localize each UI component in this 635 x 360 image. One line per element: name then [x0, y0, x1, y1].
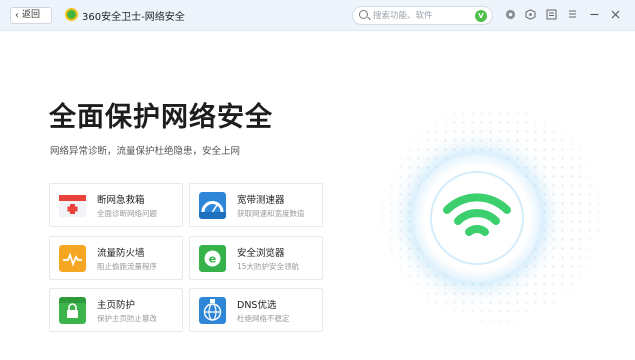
verified-badge-icon[interactable]: V	[475, 10, 487, 22]
card-desc: 杜绝网络不稳定	[237, 314, 290, 323]
dns-globe-icon	[199, 297, 226, 324]
card-title: 主页防护	[97, 300, 136, 311]
search-input[interactable]	[373, 9, 468, 22]
svg-text:e: e	[209, 253, 216, 266]
speedometer-icon	[199, 192, 226, 219]
app-title: 360安全卫士-网络安全	[82, 12, 185, 23]
card-title: 宽带测速器	[237, 195, 285, 206]
card-speed-test[interactable]: 宽带测速器 获取网速和宽度数值	[189, 183, 323, 227]
card-desc: 获取网速和宽度数值	[237, 209, 305, 218]
page-title: 全面保护网络安全	[49, 102, 273, 133]
card-desc: 阻止偷跑流量程序	[97, 262, 157, 271]
card-desc: 保护主页防止篡改	[97, 314, 157, 323]
title-bar: ‹ 返回 360安全卫士-网络安全 V	[0, 0, 635, 31]
traffic-firewall-icon	[59, 245, 86, 272]
app-logo-icon	[65, 8, 78, 21]
back-button[interactable]: ‹ 返回	[10, 7, 52, 24]
card-dns-optimize[interactable]: DNS优选 杜绝网络不稳定	[189, 288, 323, 332]
card-title: 安全浏览器	[237, 248, 285, 259]
restore-icon[interactable]	[567, 9, 578, 20]
card-secure-browser[interactable]: e 安全浏览器 15大防护安全领航	[189, 236, 323, 280]
browser-icon: e	[199, 245, 226, 272]
minimize-icon[interactable]	[589, 9, 600, 20]
page-subtitle: 网络异常诊断，流量保护杜绝隐患，安全上网	[50, 146, 241, 157]
menu-icon[interactable]	[546, 9, 557, 20]
card-title: 断网急救箱	[97, 195, 145, 206]
card-title: 流量防火墙	[97, 248, 145, 259]
settings-icon[interactable]	[505, 9, 516, 20]
search-box[interactable]: V	[352, 6, 493, 25]
close-icon[interactable]	[610, 9, 621, 20]
homepage-lock-icon	[59, 297, 86, 324]
card-desc: 全面诊断网络问题	[97, 209, 157, 218]
first-aid-kit-icon	[59, 192, 86, 219]
card-desc: 15大防护安全领航	[237, 262, 300, 271]
skin-icon[interactable]	[525, 9, 536, 20]
card-network-first-aid[interactable]: 断网急救箱 全面诊断网络问题	[49, 183, 183, 227]
card-homepage-protection[interactable]: 主页防护 保护主页防止篡改	[49, 288, 183, 332]
card-traffic-firewall[interactable]: 流量防火墙 阻止偷跑流量程序	[49, 236, 183, 280]
chevron-left-icon: ‹	[15, 10, 19, 21]
back-label: 返回	[22, 10, 41, 20]
card-title: DNS优选	[237, 300, 277, 311]
search-icon	[359, 10, 368, 19]
wifi-icon	[443, 193, 511, 236]
wifi-badge	[430, 171, 524, 265]
